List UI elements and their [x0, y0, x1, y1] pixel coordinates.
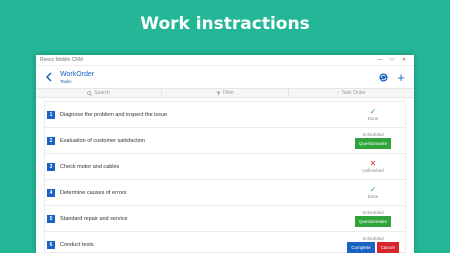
task-actions: Complete Cancel	[347, 242, 399, 253]
questionnaire-button[interactable]: Questionnaire	[354, 216, 392, 227]
status-text: Done	[367, 115, 379, 121]
task-status: ✓ Done	[344, 106, 402, 122]
task-label: Check motor and cables	[60, 163, 120, 170]
page-titles: WorkOrder Tasks	[56, 71, 372, 84]
complete-button[interactable]: Complete	[347, 242, 375, 253]
app-window: Resco Mobile CRM — □ ✕ WorkOrder Tasks +	[36, 55, 414, 253]
list-item[interactable]: 2 Evaluation of customer satisfaction Sc…	[45, 128, 405, 154]
list-item[interactable]: 1 Diagnose the problem and inspect the i…	[45, 102, 405, 128]
sort-order-button[interactable]: ↑ Task Order	[289, 89, 414, 97]
task-status: Scheduled Complete Cancel	[344, 236, 402, 253]
list-item[interactable]: 6 Conduct tests Scheduled Complete Cance…	[45, 232, 405, 253]
task-label: Diagnose the problem and inspect the iss…	[60, 111, 168, 118]
task-number: 5	[47, 214, 55, 223]
status-text: Unfinished	[362, 167, 384, 173]
headline: Work instractions	[140, 14, 310, 34]
questionnaire-button[interactable]: Questionnaire	[354, 138, 392, 149]
close-window-button[interactable]: ✕	[398, 55, 410, 66]
filter-button[interactable]: Filter	[162, 89, 289, 97]
task-status: ✓ Done	[344, 184, 402, 200]
task-label: Standard repair and service	[60, 215, 128, 222]
task-status: Scheduled Questionnaire	[344, 132, 402, 149]
app-title: Resco Mobile CRM	[40, 57, 84, 63]
sort-arrow-icon: ↑	[336, 90, 340, 96]
list-item[interactable]: 5 Standard repair and service Scheduled …	[45, 206, 405, 232]
page-header: WorkOrder Tasks +	[36, 66, 414, 88]
task-list: 1 Diagnose the problem and inspect the i…	[44, 101, 406, 253]
task-number: 4	[47, 188, 55, 197]
sync-globe-icon[interactable]	[376, 70, 390, 84]
sort-order-label: Task Order	[341, 90, 366, 96]
task-status: Scheduled Questionnaire	[344, 210, 402, 227]
checkmark-icon: ✓	[369, 184, 377, 194]
page-title: WorkOrder	[60, 70, 95, 78]
search-field[interactable]: Search	[36, 89, 163, 97]
search-label: Search	[94, 90, 111, 96]
add-plus-icon[interactable]: +	[394, 70, 408, 84]
task-label: Conduct tests	[60, 241, 94, 248]
checkmark-icon: ✓	[369, 106, 377, 116]
search-icon	[87, 90, 93, 96]
cancel-button[interactable]: Cancel	[376, 242, 399, 253]
page-subtitle: Tasks	[60, 78, 72, 84]
window-titlebar: Resco Mobile CRM — □ ✕	[36, 55, 414, 66]
list-item[interactable]: 4 Determine causes of errors ✓ Done	[45, 180, 405, 206]
status-text: Done	[367, 193, 379, 199]
filter-icon	[216, 91, 221, 95]
cross-icon: ✕	[369, 158, 377, 168]
list-item[interactable]: 3 Check motor and cables ✕ Unfinished	[45, 154, 405, 180]
task-label: Evaluation of customer satisfaction	[60, 137, 145, 144]
task-status: ✕ Unfinished	[344, 158, 402, 174]
task-label: Determine causes of errors	[60, 189, 127, 196]
task-number: 1	[47, 110, 55, 119]
list-toolbar: Search Filter ↑ Task Order	[36, 88, 414, 98]
filter-label: Filter	[222, 90, 235, 96]
task-number: 3	[47, 162, 55, 171]
maximize-button[interactable]: □	[386, 55, 398, 66]
minimize-button[interactable]: —	[374, 55, 386, 66]
back-arrow-icon[interactable]	[42, 70, 56, 84]
task-number: 6	[47, 240, 55, 249]
task-number: 2	[47, 136, 55, 145]
